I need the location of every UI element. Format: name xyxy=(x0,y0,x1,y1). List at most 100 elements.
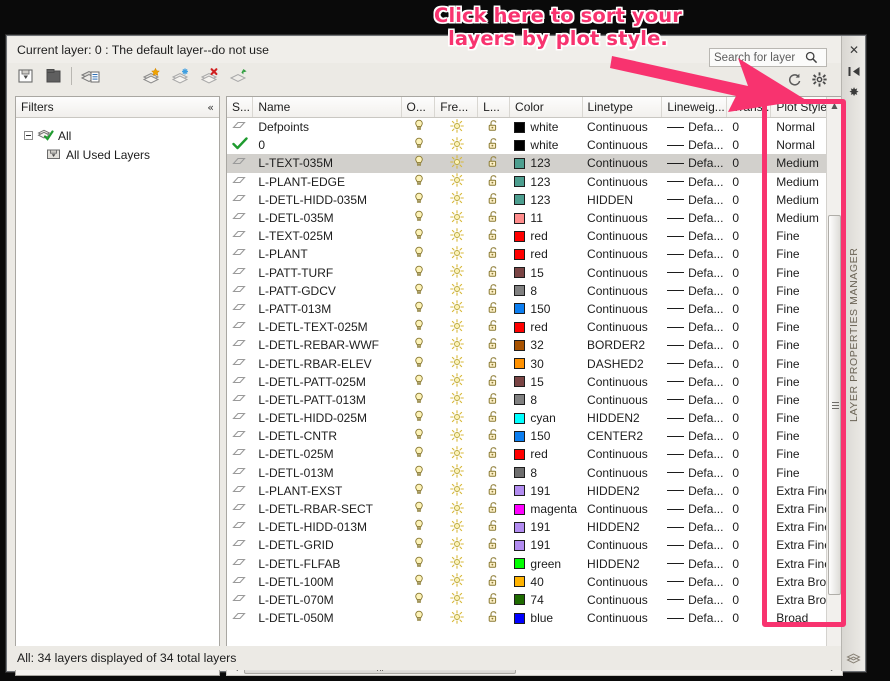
cell-linetype[interactable]: HIDDEN xyxy=(582,191,662,209)
table-row[interactable]: L-PLANT-EXST 191 HIDDEN2 Defa... 0 Extra Fine xyxy=(227,482,842,500)
cell-on[interactable] xyxy=(402,336,435,354)
cell-linetype[interactable]: Continuous xyxy=(582,282,662,300)
cell-linetype[interactable]: Continuous xyxy=(582,154,662,172)
cell-linetype[interactable]: Continuous xyxy=(582,573,662,591)
unlocked-padlock-icon[interactable] xyxy=(487,246,500,262)
sun-thaw-icon[interactable] xyxy=(449,573,464,590)
cell-status[interactable] xyxy=(227,191,253,209)
cell-lock[interactable] xyxy=(478,609,510,627)
cell-trans[interactable]: 0 xyxy=(727,445,771,463)
cell-linetype[interactable]: Continuous xyxy=(582,500,662,518)
column-header-color[interactable]: Color xyxy=(510,97,583,117)
lightbulb-on-icon[interactable] xyxy=(413,574,425,590)
column-header-status[interactable]: S... xyxy=(227,97,254,117)
unlocked-padlock-icon[interactable] xyxy=(487,210,500,226)
cell-on[interactable] xyxy=(402,555,435,573)
unlocked-padlock-icon[interactable] xyxy=(487,155,500,171)
cell-lock[interactable] xyxy=(478,282,510,300)
table-row[interactable]: L-DETL-013M 8 Continuous Defa... 0 Fine xyxy=(227,464,842,482)
cell-trans[interactable]: 0 xyxy=(727,336,771,354)
color-swatch[interactable] xyxy=(514,539,526,551)
color-swatch[interactable] xyxy=(514,303,526,315)
lightbulb-on-icon[interactable] xyxy=(413,301,425,317)
cell-color[interactable]: 150 xyxy=(509,300,582,318)
color-swatch[interactable] xyxy=(514,376,526,388)
cell-lock[interactable] xyxy=(478,518,510,536)
unlocked-padlock-icon[interactable] xyxy=(487,501,500,517)
table-row[interactable]: L-PATT-013M 150 Continuous Defa... 0 Fine xyxy=(227,300,842,318)
cell-color[interactable]: 8 xyxy=(509,282,582,300)
unlocked-padlock-icon[interactable] xyxy=(487,519,500,535)
sun-thaw-icon[interactable] xyxy=(449,246,464,263)
sun-thaw-icon[interactable] xyxy=(449,373,464,390)
cell-lineweight[interactable]: Defa... xyxy=(662,300,727,318)
cell-linetype[interactable]: Continuous xyxy=(582,173,662,191)
table-row[interactable]: L-DETL-REBAR-WWF 32 BORDER2 Defa... 0 Fine xyxy=(227,336,842,354)
cell-linetype[interactable]: BORDER2 xyxy=(582,336,662,354)
cell-color[interactable]: white xyxy=(509,136,582,154)
cell-lineweight[interactable]: Defa... xyxy=(662,318,727,336)
table-row[interactable]: Defpoints white Continuous Defa... 0 Normal xyxy=(227,118,842,136)
sun-thaw-icon[interactable] xyxy=(449,427,464,445)
cell-lock[interactable] xyxy=(478,482,510,500)
column-header-lineweight[interactable]: Lineweig... xyxy=(662,97,728,117)
color-swatch[interactable] xyxy=(514,267,526,279)
lightbulb-on-icon[interactable] xyxy=(413,192,425,208)
cell-lineweight[interactable]: Defa... xyxy=(662,336,727,354)
filter-tree-item-all-used-layers[interactable]: All Used Layers xyxy=(24,145,219,164)
cell-lock[interactable] xyxy=(478,464,510,482)
lightbulb-on-icon[interactable] xyxy=(413,137,425,153)
unlocked-padlock-icon[interactable] xyxy=(487,610,500,626)
cell-lock[interactable] xyxy=(478,536,510,554)
color-swatch[interactable] xyxy=(514,321,526,333)
cell-lock[interactable] xyxy=(478,209,510,227)
unlocked-padlock-icon[interactable] xyxy=(487,319,500,335)
cell-on[interactable] xyxy=(402,318,435,336)
cell-freeze[interactable] xyxy=(435,391,478,409)
cell-freeze[interactable] xyxy=(435,464,478,482)
cell-trans[interactable]: 0 xyxy=(727,264,771,282)
cell-linetype[interactable]: HIDDEN2 xyxy=(582,555,662,573)
cell-on[interactable] xyxy=(402,500,435,518)
cell-status[interactable] xyxy=(227,409,253,427)
unlocked-padlock-icon[interactable] xyxy=(487,174,500,190)
column-header-lock[interactable]: L... xyxy=(478,97,511,117)
cell-lineweight[interactable]: Defa... xyxy=(662,518,727,536)
cell-on[interactable] xyxy=(402,264,435,282)
cell-lineweight[interactable]: Defa... xyxy=(662,227,727,245)
unlocked-padlock-icon[interactable] xyxy=(487,483,500,499)
table-row[interactable]: L-DETL-070M 74 Continuous Defa... 0 Extra Bro… xyxy=(227,591,842,609)
color-swatch[interactable] xyxy=(514,176,526,188)
unlocked-padlock-icon[interactable] xyxy=(487,465,500,481)
column-header-freeze[interactable]: Fre... xyxy=(435,97,479,117)
color-swatch[interactable] xyxy=(514,594,526,606)
lightbulb-on-icon[interactable] xyxy=(413,537,425,553)
cell-linetype[interactable]: Continuous xyxy=(582,591,662,609)
cell-trans[interactable]: 0 xyxy=(727,409,771,427)
lightbulb-on-icon[interactable] xyxy=(413,319,425,335)
table-row[interactable]: L-PATT-GDCV 8 Continuous Defa... 0 Fine xyxy=(227,282,842,300)
cell-linetype[interactable]: DASHED2 xyxy=(582,354,662,372)
sun-thaw-icon[interactable] xyxy=(449,209,464,227)
sun-thaw-icon[interactable] xyxy=(449,464,464,481)
cell-status[interactable] xyxy=(227,118,253,136)
cell-lineweight[interactable]: Defa... xyxy=(662,445,727,463)
collapse-filters-icon[interactable]: « xyxy=(207,101,214,114)
color-swatch[interactable] xyxy=(514,448,526,460)
lightbulb-on-icon[interactable] xyxy=(413,483,425,499)
cell-on[interactable] xyxy=(402,245,435,263)
cell-on[interactable] xyxy=(402,609,435,627)
color-swatch[interactable] xyxy=(514,248,526,260)
palette-properties-icon[interactable]: ✸ xyxy=(846,84,862,100)
cell-lock[interactable] xyxy=(478,118,510,136)
cell-linetype[interactable]: Continuous xyxy=(582,609,662,627)
cell-freeze[interactable] xyxy=(435,518,478,536)
layer-states-manager-button[interactable] xyxy=(80,67,102,87)
cell-freeze[interactable] xyxy=(435,173,478,191)
unlocked-padlock-icon[interactable] xyxy=(487,192,500,208)
cell-color[interactable]: 123 xyxy=(509,173,582,191)
cell-trans[interactable]: 0 xyxy=(727,282,771,300)
cell-lineweight[interactable]: Defa... xyxy=(662,573,727,591)
vertical-scrollbar[interactable]: ▲ ▼ xyxy=(826,97,842,657)
unlocked-padlock-icon[interactable] xyxy=(487,428,500,444)
